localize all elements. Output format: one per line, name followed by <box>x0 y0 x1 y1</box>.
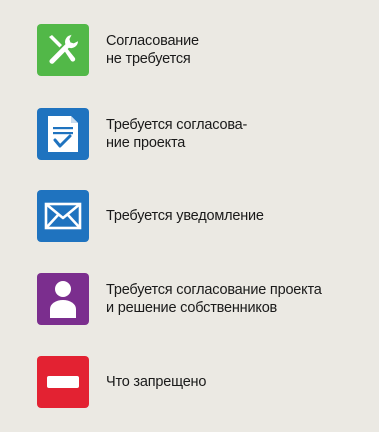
legend-item-prohibited: Что запрещено <box>37 356 206 408</box>
person-icon <box>37 273 89 325</box>
legend-item-project-approval: Требуется согласова- ние проекта <box>37 108 247 160</box>
legend: Согласование не требуется Требуется согл… <box>0 0 379 432</box>
document-check-icon <box>37 108 89 160</box>
envelope-icon <box>37 190 89 242</box>
legend-label: Требуется согласова- ние проекта <box>106 117 248 151</box>
legend-item-notification: Требуется уведомление <box>37 190 264 242</box>
wrench-icon <box>37 24 89 76</box>
legend-label: Требуется согласование проекта и решение… <box>106 282 322 316</box>
legend-label: Требуется уведомление <box>106 208 264 224</box>
legend-item-no-approval: Согласование не требуется <box>37 24 199 76</box>
legend-item-owners-decision: Требуется согласование проекта и решение… <box>37 273 322 325</box>
legend-label: Согласование не требуется <box>106 33 199 67</box>
minus-icon <box>37 356 89 408</box>
legend-label: Что запрещено <box>106 374 207 390</box>
